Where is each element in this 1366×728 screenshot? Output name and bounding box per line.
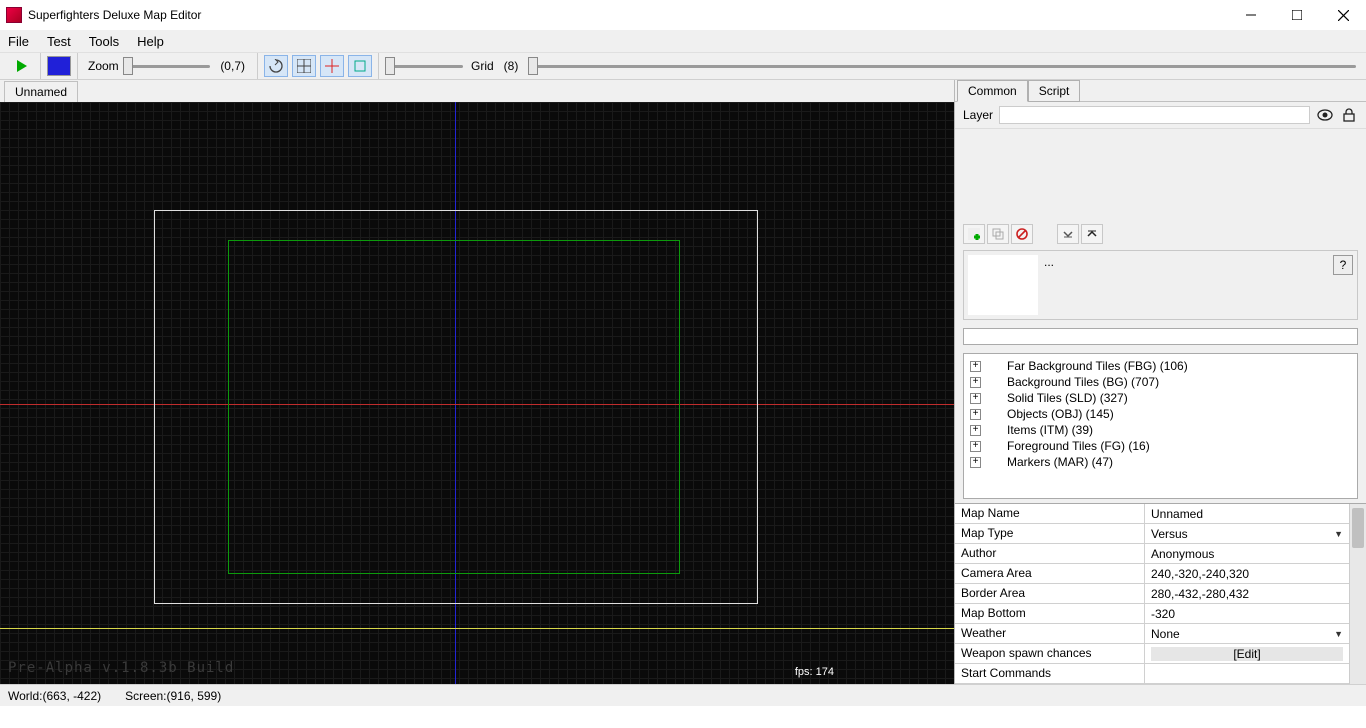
asset-tree[interactable]: + Far Background Tiles (FBG) (106) + Backg… <box>963 353 1358 499</box>
asset-search-input[interactable] <box>963 328 1358 345</box>
toolbar: Zoom (0,7) Grid (8) <box>0 52 1366 80</box>
status-screen: Screen:(916, 599) <box>125 689 221 703</box>
grid-slider[interactable] <box>385 56 463 76</box>
asset-thumbnail <box>968 255 1038 315</box>
tree-node[interactable]: Markers (MAR) (47) <box>1007 455 1113 469</box>
asset-name: ... <box>1044 255 1054 315</box>
prop-author[interactable]: Anonymous <box>1145 544 1349 563</box>
dropdown-icon[interactable]: ▼ <box>1334 629 1343 639</box>
tree-node[interactable]: Far Background Tiles (FBG) (106) <box>1007 359 1188 373</box>
layer-list-area <box>955 129 1366 222</box>
tab-script[interactable]: Script <box>1028 80 1081 102</box>
grid-slider-2[interactable] <box>528 56 1356 76</box>
color-swatch[interactable] <box>47 56 71 76</box>
tree-node[interactable]: Items (ITM) (39) <box>1007 423 1093 437</box>
menu-help[interactable]: Help <box>137 34 164 49</box>
prop-weather[interactable]: None▼ <box>1145 624 1349 643</box>
asset-toolbar <box>955 222 1366 246</box>
prop-map-type[interactable]: Versus▼ <box>1145 524 1349 543</box>
prop-label: Map Type <box>955 524 1145 543</box>
layer-label: Layer <box>963 108 993 122</box>
grid-label: Grid <box>471 59 494 73</box>
expand-icon[interactable]: + <box>970 393 981 404</box>
close-button[interactable] <box>1320 0 1366 30</box>
prop-start-commands[interactable] <box>1145 664 1349 683</box>
delete-asset-button[interactable] <box>1011 224 1033 244</box>
prop-label: Camera Area <box>955 564 1145 583</box>
tab-common[interactable]: Common <box>957 80 1028 102</box>
prop-label: Author <box>955 544 1145 563</box>
build-version-text: Pre-Alpha v.1.8.3b Build <box>8 660 234 676</box>
asset-preview-box: ... ? <box>963 250 1358 320</box>
add-asset-button[interactable] <box>963 224 985 244</box>
prop-weapon-spawn[interactable]: [Edit] <box>1145 644 1349 663</box>
lock-icon[interactable] <box>1340 106 1358 124</box>
border-area-rect <box>228 240 680 574</box>
app-icon <box>6 7 22 23</box>
menu-file[interactable]: File <box>8 34 29 49</box>
prop-label: Weather <box>955 624 1145 643</box>
status-world: World:(663, -422) <box>8 689 101 703</box>
snap-button-1[interactable] <box>264 55 288 77</box>
document-tabs: Unnamed <box>0 80 954 102</box>
layer-input[interactable] <box>999 106 1310 124</box>
dropdown-icon[interactable]: ▼ <box>1334 529 1343 539</box>
title-bar: Superfighters Deluxe Map Editor <box>0 0 1366 30</box>
prop-camera-area[interactable]: 240,-320,-240,320 <box>1145 564 1349 583</box>
fps-counter: fps: 174 <box>795 666 834 678</box>
expand-icon[interactable]: + <box>970 457 981 468</box>
menu-test[interactable]: Test <box>47 34 71 49</box>
copy-asset-button[interactable] <box>987 224 1009 244</box>
visibility-icon[interactable] <box>1316 106 1334 124</box>
zoom-label: Zoom <box>88 59 119 73</box>
prop-border-area[interactable]: 280,-432,-280,432 <box>1145 584 1349 603</box>
expand-icon[interactable]: + <box>970 441 981 452</box>
tree-node[interactable]: Foreground Tiles (FG) (16) <box>1007 439 1150 453</box>
play-button[interactable] <box>10 55 34 77</box>
crosshair-button[interactable] <box>320 55 344 77</box>
grid-toggle-button[interactable] <box>292 55 316 77</box>
right-tabs: Common Script <box>955 80 1366 102</box>
menu-tools[interactable]: Tools <box>89 34 119 49</box>
maximize-button[interactable] <box>1274 0 1320 30</box>
tree-node[interactable]: Solid Tiles (SLD) (327) <box>1007 391 1128 405</box>
prop-label: Border Area <box>955 584 1145 603</box>
document-tab[interactable]: Unnamed <box>4 81 78 102</box>
menu-bar: File Test Tools Help <box>0 30 1366 52</box>
map-canvas[interactable]: Pre-Alpha v.1.8.3b Build fps: 174 <box>0 102 954 684</box>
property-scrollbar[interactable] <box>1349 504 1366 684</box>
prop-map-name[interactable]: Unnamed <box>1145 504 1349 523</box>
prop-map-bottom[interactable]: -320 <box>1145 604 1349 623</box>
prop-label: Map Bottom <box>955 604 1145 623</box>
expand-icon[interactable]: + <box>970 377 981 388</box>
bounds-button[interactable] <box>348 55 372 77</box>
canvas-panel: Unnamed Pre-Alpha v.1.8.3b Build fps: 17… <box>0 80 954 684</box>
tree-node[interactable]: Objects (OBJ) (145) <box>1007 407 1114 421</box>
window-title: Superfighters Deluxe Map Editor <box>28 8 1228 22</box>
prop-label: Weapon spawn chances <box>955 644 1145 663</box>
minimize-button[interactable] <box>1228 0 1274 30</box>
move-down-button[interactable] <box>1057 224 1079 244</box>
expand-icon[interactable]: + <box>970 361 981 372</box>
prop-label: Start Commands <box>955 664 1145 683</box>
prop-label: Map Name <box>955 504 1145 523</box>
expand-icon[interactable]: + <box>970 425 981 436</box>
zoom-slider[interactable] <box>123 56 211 76</box>
move-up-button[interactable] <box>1081 224 1103 244</box>
status-bar: World:(663, -422) Screen:(916, 599) <box>0 684 1366 706</box>
property-grid: Map NameUnnamed Map TypeVersus▼ AuthorAn… <box>955 503 1366 684</box>
expand-icon[interactable]: + <box>970 409 981 420</box>
help-button[interactable]: ? <box>1333 255 1353 275</box>
tree-node[interactable]: Background Tiles (BG) (707) <box>1007 375 1159 389</box>
grid-value: (8) <box>498 59 525 73</box>
map-bottom-line <box>0 628 954 629</box>
zoom-value: (0,7) <box>214 59 251 73</box>
right-panel: Common Script Layer ... ? <box>954 80 1366 684</box>
